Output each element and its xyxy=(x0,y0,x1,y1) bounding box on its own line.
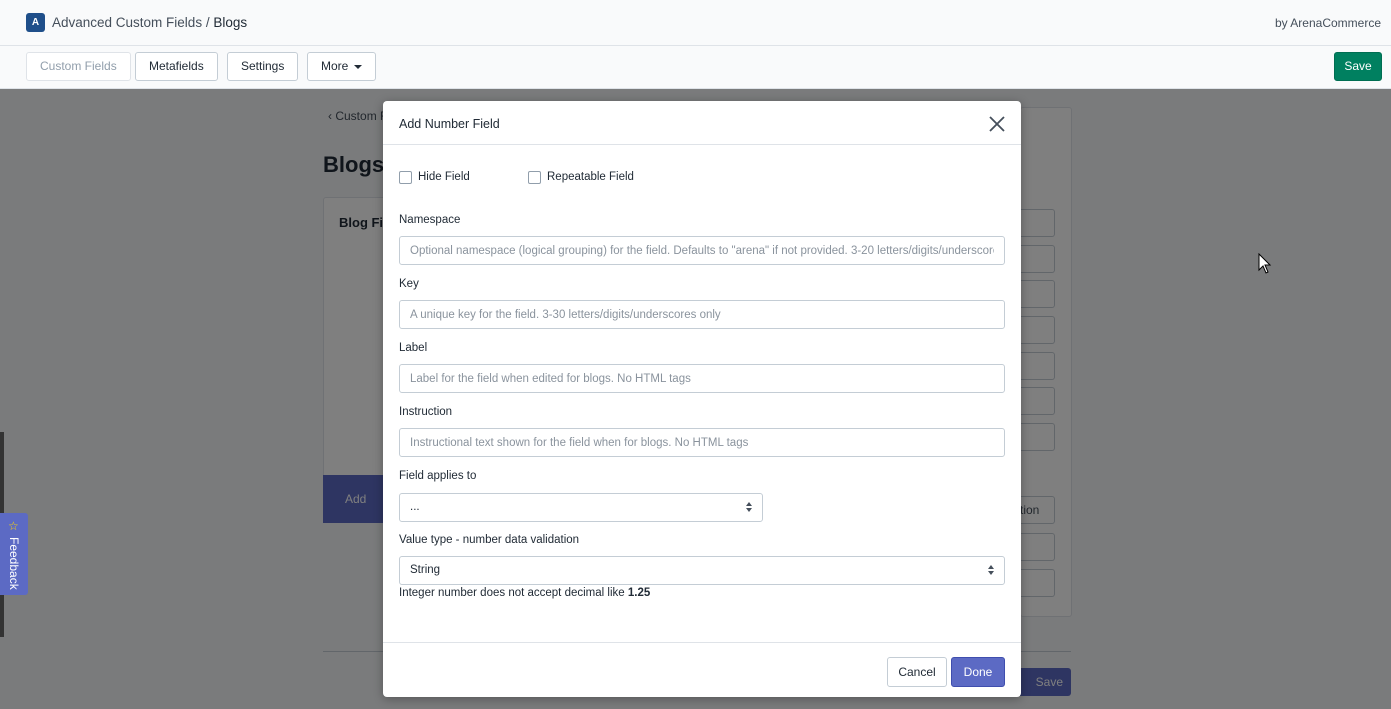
instruction-label: Instruction xyxy=(399,406,453,418)
key-input[interactable] xyxy=(399,300,1005,329)
instruction-input[interactable] xyxy=(399,428,1005,457)
applies-to-value: ... xyxy=(410,501,420,513)
applies-to-select[interactable]: ... xyxy=(399,493,763,522)
repeatable-field-label: Repeatable Field xyxy=(547,171,634,183)
toolbar: Custom Fields Metafields Settings More S… xyxy=(0,46,1391,89)
feedback-label: Feedback xyxy=(7,537,21,590)
select-arrows-icon xyxy=(746,502,752,513)
metafields-button[interactable]: Metafields xyxy=(135,52,218,81)
close-icon[interactable] xyxy=(987,114,1007,134)
label-input[interactable] xyxy=(399,364,1005,393)
done-button[interactable]: Done xyxy=(951,657,1005,687)
breadcrumb-separator: / xyxy=(202,15,214,30)
namespace-input[interactable] xyxy=(399,236,1005,265)
repeatable-field-checkbox[interactable] xyxy=(528,171,541,184)
namespace-label: Namespace xyxy=(399,214,461,226)
cancel-button[interactable]: Cancel xyxy=(887,657,947,687)
applies-to-label: Field applies to xyxy=(399,470,477,482)
star-icon: ☆ xyxy=(8,519,19,533)
value-type-select[interactable]: String xyxy=(399,556,1005,585)
app-logo-icon: A xyxy=(26,13,45,32)
modal-header: Add Number Field xyxy=(383,101,1021,145)
label-label: Label xyxy=(399,342,428,354)
chevron-down-icon xyxy=(354,64,363,69)
hide-field-label: Hide Field xyxy=(418,171,470,183)
value-type-label: Value type - number data validation xyxy=(399,534,580,546)
breadcrumb: Advanced Custom Fields / Blogs xyxy=(52,15,247,30)
more-dropdown-button[interactable]: More xyxy=(307,52,377,81)
hide-field-checkbox[interactable] xyxy=(399,171,412,184)
value-type-help-text: Integer number does not accept decimal l… xyxy=(399,587,650,599)
breadcrumb-app[interactable]: Advanced Custom Fields xyxy=(52,15,202,30)
mouse-cursor-icon xyxy=(1258,252,1272,278)
breadcrumb-current: Blogs xyxy=(213,15,248,30)
feedback-tab[interactable]: ☆ Feedback xyxy=(0,513,28,595)
custom-fields-button[interactable]: Custom Fields xyxy=(26,52,131,81)
settings-button[interactable]: Settings xyxy=(227,52,299,81)
value-type-value: String xyxy=(410,564,441,576)
help-example: 1.25 xyxy=(627,587,651,599)
app-header: A Advanced Custom Fields / Blogs by Aren… xyxy=(0,0,1391,46)
more-label: More xyxy=(321,59,349,73)
save-button[interactable]: Save xyxy=(1334,52,1382,81)
vendor-byline: by ArenaCommerce xyxy=(1274,16,1381,30)
select-arrows-icon xyxy=(988,565,994,576)
add-number-field-modal: Add Number Field Hide Field Repeatable F… xyxy=(383,101,1021,697)
help-text: Integer number does not accept decimal l… xyxy=(399,587,628,599)
modal-footer: Cancel Done xyxy=(383,642,1021,697)
modal-title: Add Number Field xyxy=(399,117,500,131)
key-label: Key xyxy=(399,278,419,290)
